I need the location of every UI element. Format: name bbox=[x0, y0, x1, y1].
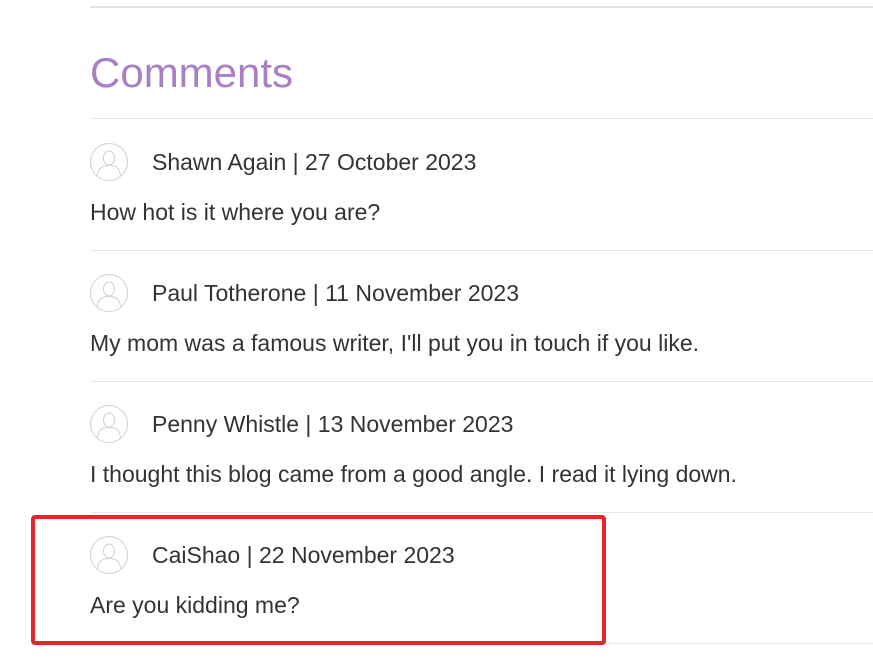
comment-meta: Penny Whistle | 13 November 2023 bbox=[152, 406, 513, 442]
comment-text: How hot is it where you are? bbox=[90, 199, 381, 225]
meta-separator: | bbox=[312, 280, 319, 306]
comment-divider bbox=[90, 118, 873, 119]
comment-divider bbox=[90, 250, 873, 251]
comment-divider bbox=[90, 512, 873, 513]
comment-meta: Shawn Again | 27 October 2023 bbox=[152, 144, 476, 180]
comment-author: Shawn Again bbox=[152, 149, 287, 175]
comment-date: 27 October 2023 bbox=[305, 149, 477, 175]
meta-separator: | bbox=[305, 411, 312, 437]
comment-text: I thought this blog came from a good ang… bbox=[90, 461, 737, 487]
highlight-box bbox=[31, 515, 606, 645]
user-avatar-icon bbox=[90, 274, 128, 312]
meta-separator: | bbox=[292, 149, 299, 175]
comment-author: Paul Totherone bbox=[152, 280, 307, 306]
comments-heading: Comments bbox=[90, 49, 294, 96]
comment-date: 13 November 2023 bbox=[317, 411, 514, 437]
comment-text: My mom was a famous writer, I'll put you… bbox=[90, 330, 700, 356]
user-avatar-icon bbox=[90, 143, 128, 181]
user-avatar-icon bbox=[90, 405, 128, 443]
comment-date: 11 November 2023 bbox=[325, 280, 519, 306]
comment-divider bbox=[90, 381, 873, 382]
comment-author: Penny Whistle bbox=[152, 411, 300, 437]
comment-meta: Paul Totherone | 11 November 2023 bbox=[152, 275, 519, 311]
top-divider bbox=[90, 6, 873, 8]
